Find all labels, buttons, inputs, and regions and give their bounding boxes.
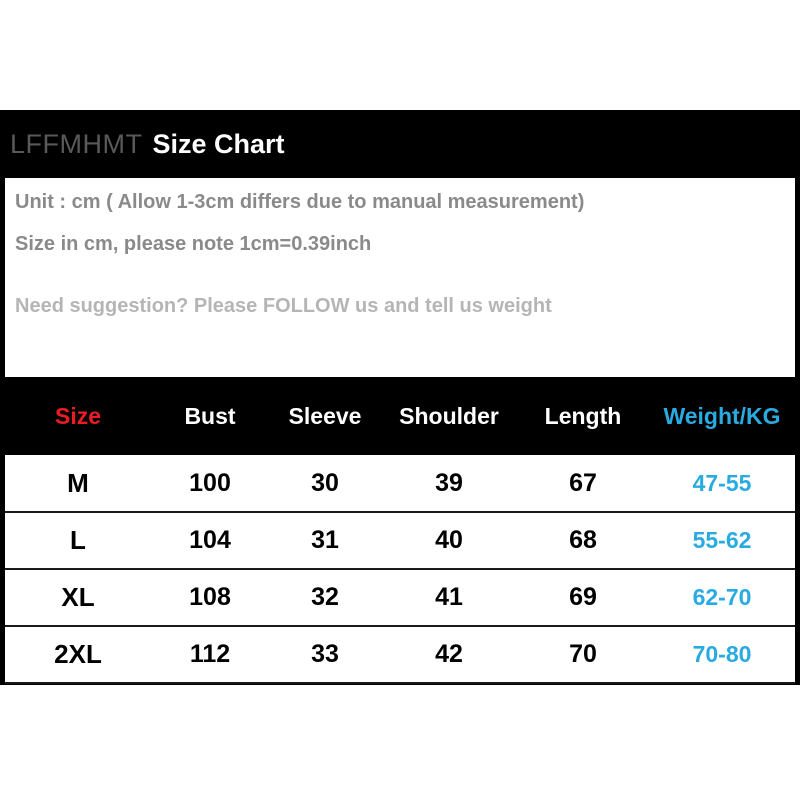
cell-bust: 108 — [151, 569, 269, 626]
column-header-size: Size — [5, 377, 151, 455]
table-row: M 100 30 39 67 47-55 — [5, 455, 795, 512]
cell-sleeve: 32 — [269, 569, 381, 626]
cell-weight: 47-55 — [649, 455, 795, 512]
measurement-info-panel: Unit : cm ( Allow 1-3cm differs due to m… — [5, 178, 795, 377]
cell-sleeve: 31 — [269, 512, 381, 569]
cell-size: M — [5, 455, 151, 512]
size-table-header: Size Bust Sleeve Shoulder Length Weight/… — [5, 377, 795, 455]
brand-name: LFFMHMT — [10, 128, 143, 159]
info-line-suggestion: Need suggestion? Please FOLLOW us and te… — [15, 295, 552, 317]
table-row: 2XL 112 33 42 70 70-80 — [5, 626, 795, 683]
cell-length: 70 — [517, 626, 649, 683]
column-header-bust: Bust — [151, 377, 269, 455]
page-title: Size Chart — [152, 128, 285, 159]
column-header-weight: Weight/KG — [649, 377, 795, 455]
cell-length: 69 — [517, 569, 649, 626]
cell-bust: 112 — [151, 626, 269, 683]
cell-weight: 62-70 — [649, 569, 795, 626]
info-line-conversion: Size in cm, please note 1cm=0.39inch — [15, 233, 372, 255]
top-margin — [0, 0, 800, 110]
cell-length: 67 — [517, 455, 649, 512]
cell-sleeve: 33 — [269, 626, 381, 683]
cell-size: XL — [5, 569, 151, 626]
cell-bust: 104 — [151, 512, 269, 569]
cell-size: 2XL — [5, 626, 151, 683]
column-header-length: Length — [517, 377, 649, 455]
cell-shoulder: 42 — [381, 626, 517, 683]
cell-shoulder: 40 — [381, 512, 517, 569]
cell-length: 68 — [517, 512, 649, 569]
cell-weight: 70-80 — [649, 626, 795, 683]
table-row: L 104 31 40 68 55-62 — [5, 512, 795, 569]
table-row: XL 108 32 41 69 62-70 — [5, 569, 795, 626]
cell-weight: 55-62 — [649, 512, 795, 569]
column-header-sleeve: Sleeve — [269, 377, 381, 455]
size-table: Size Bust Sleeve Shoulder Length Weight/… — [5, 377, 795, 684]
column-header-shoulder: Shoulder — [381, 377, 517, 455]
size-chart-root: LFFMHMT Size Chart Unit : cm ( Allow 1-3… — [0, 0, 800, 800]
table-header-row: Size Bust Sleeve Shoulder Length Weight/… — [5, 377, 795, 455]
cell-shoulder: 39 — [381, 455, 517, 512]
info-line-unit: Unit : cm ( Allow 1-3cm differs due to m… — [15, 191, 585, 213]
bottom-margin — [0, 685, 800, 800]
cell-bust: 100 — [151, 455, 269, 512]
cell-shoulder: 41 — [381, 569, 517, 626]
cell-sleeve: 30 — [269, 455, 381, 512]
size-table-body: M 100 30 39 67 47-55 L 104 31 40 68 55-6… — [5, 455, 795, 683]
cell-size: L — [5, 512, 151, 569]
chart-title-bar: LFFMHMT Size Chart — [0, 110, 800, 178]
